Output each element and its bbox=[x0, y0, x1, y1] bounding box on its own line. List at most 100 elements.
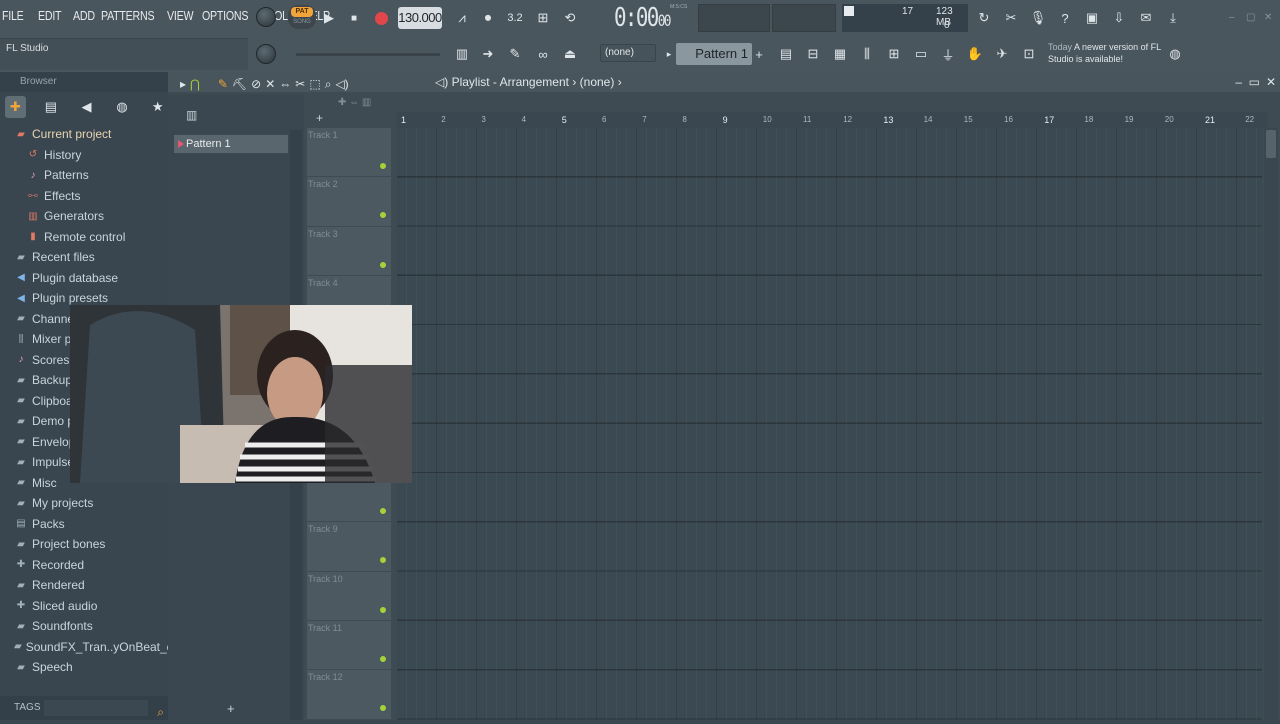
pat-song-toggle[interactable]: PAT SONG bbox=[288, 5, 316, 29]
browser-item-packs[interactable]: ▤ Packs bbox=[0, 514, 168, 535]
browser-item-rendered[interactable]: ▰ Rendered bbox=[0, 575, 168, 596]
timeline-ruler[interactable]: 1 2 3 4 5 6 7 8 9 10 11 12 13 14 15 16 17 18 19 20 21 22 bbox=[397, 112, 1267, 128]
browser-item-recorded[interactable]: ✚ Recorded bbox=[0, 555, 168, 576]
snap-selector[interactable]: (none) bbox=[600, 44, 656, 62]
undo-icon[interactable]: ↻ bbox=[973, 7, 995, 29]
track-header[interactable]: Track 1 bbox=[307, 128, 391, 178]
track-mute-led[interactable] bbox=[380, 261, 386, 268]
browser-item-current-project[interactable]: ▰ Current project bbox=[0, 124, 168, 145]
picker-pattern-item[interactable]: Pattern 1 bbox=[174, 135, 288, 153]
record-button[interactable] bbox=[370, 7, 392, 29]
arrangement-grid[interactable] bbox=[397, 128, 1262, 720]
paint-tool-icon[interactable]: ⛏ bbox=[232, 74, 247, 94]
cpu-monitor[interactable]: 17 123 MB 0 bbox=[842, 4, 968, 32]
loop-record-icon[interactable]: ⟲ bbox=[559, 7, 581, 29]
tab-all-icon[interactable]: ✚ bbox=[5, 96, 26, 118]
browser-item-soundfx-tran-yonbeat-com[interactable]: ▰SoundFX_Tran..yOnBeat_com bbox=[0, 637, 168, 658]
track-header[interactable]: Track 12 bbox=[307, 670, 391, 720]
mixer-icon[interactable]: ⫼ bbox=[856, 43, 878, 65]
scrollbar-thumb[interactable] bbox=[1266, 130, 1276, 158]
track-mute-led[interactable] bbox=[380, 705, 386, 712]
master-volume-knob[interactable] bbox=[256, 7, 276, 27]
browser-item-remote-control[interactable]: ▮ Remote control bbox=[0, 227, 168, 248]
playlist-close-icon[interactable]: ✕ bbox=[1266, 72, 1276, 92]
save-icon[interactable]: ▣ bbox=[1081, 7, 1103, 29]
tab-online-icon[interactable]: ◍ bbox=[112, 96, 133, 118]
browser-item-soundfonts[interactable]: ▰ Soundfonts bbox=[0, 616, 168, 637]
microphone-icon[interactable]: 🎙 bbox=[1027, 7, 1049, 29]
browser-item-history[interactable]: ↺ History bbox=[0, 145, 168, 166]
menu-patterns[interactable]: PATTERNS bbox=[101, 8, 155, 28]
mute-tool-icon[interactable]: ✕ bbox=[265, 74, 275, 94]
stamp-icon[interactable]: ⏏ bbox=[559, 43, 581, 65]
playlist-icon[interactable]: ▤ bbox=[775, 43, 797, 65]
blend-notes-icon[interactable]: ⊞ bbox=[532, 7, 554, 29]
pattern-selector[interactable]: Pattern 1 bbox=[676, 43, 752, 65]
browser-item-plugin-database[interactable]: ◀ Plugin database bbox=[0, 268, 168, 289]
track-mute-led[interactable] bbox=[380, 163, 386, 169]
track-header[interactable]: Track 10 bbox=[307, 572, 391, 621]
pencil-tool-icon[interactable]: ✎ bbox=[218, 74, 228, 94]
shop-icon[interactable]: ⊡ bbox=[1018, 43, 1040, 65]
track-mute-led[interactable] bbox=[380, 656, 386, 662]
close-window-icon[interactable]: ✕ bbox=[1264, 12, 1272, 23]
slice-tool-icon[interactable]: ✂ bbox=[295, 74, 305, 94]
arrow-icon[interactable]: ➜ bbox=[477, 43, 499, 65]
select-tool-icon[interactable]: ⬚ bbox=[309, 74, 320, 94]
browser-icon[interactable]: ▭ bbox=[910, 43, 932, 65]
countdown-icon[interactable]: 3.2 bbox=[504, 7, 526, 29]
search-icon[interactable]: ⌕ bbox=[157, 700, 164, 724]
pencil-icon[interactable]: ✎ bbox=[504, 43, 526, 65]
browser-item-project-bones[interactable]: ▰ Project bones bbox=[0, 534, 168, 555]
menu-file[interactable]: FILE bbox=[2, 8, 26, 28]
channel-rack-icon[interactable]: ⊞ bbox=[883, 43, 905, 65]
zoom-tool-icon[interactable]: ⌕ bbox=[325, 74, 332, 94]
link-icon[interactable]: ∞ bbox=[532, 43, 554, 65]
help-icon[interactable]: ? bbox=[1054, 7, 1076, 29]
tags-input[interactable] bbox=[44, 700, 148, 716]
options-arrow-icon[interactable]: ▸ bbox=[180, 74, 186, 94]
maximize-window-icon[interactable]: ▢ bbox=[1246, 12, 1255, 23]
add-pattern-plus-icon[interactable]: + bbox=[316, 111, 323, 125]
add-pattern-icon[interactable]: + bbox=[752, 43, 766, 65]
add-track-icon[interactable]: + bbox=[227, 701, 235, 716]
playlist-title-bar[interactable]: ▸ ⋂ ✎ ⛏ ⊘ ✕ ⇔ ✂ ⬚ ⌕ ◁) ◁) Playlist - Arr… bbox=[168, 72, 1280, 92]
track-header[interactable]: Track 11 bbox=[307, 621, 391, 671]
download-icon[interactable]: ⤓ bbox=[1162, 7, 1184, 29]
menu-view[interactable]: VIEW bbox=[167, 8, 194, 28]
vertical-scrollbar[interactable] bbox=[1264, 128, 1278, 720]
menu-edit[interactable]: EDIT bbox=[38, 8, 62, 28]
track-header[interactable]: Track 2 bbox=[307, 177, 391, 227]
arrangement-arrow-icon[interactable]: ◁) bbox=[435, 75, 448, 89]
browser-header[interactable]: Browser bbox=[0, 72, 168, 92]
browser-item-my-projects[interactable]: ▰ My projects bbox=[0, 493, 168, 514]
menu-options[interactable]: OPTIONS bbox=[202, 8, 249, 28]
track-header[interactable]: Track 3 bbox=[307, 227, 391, 276]
cut-icon[interactable]: ✂ bbox=[1000, 7, 1022, 29]
wait-for-input-icon[interactable]: ⏺ bbox=[477, 7, 499, 29]
song-mode[interactable]: SONG bbox=[291, 18, 313, 27]
browser-item-sliced-audio[interactable]: ✚ Sliced audio bbox=[0, 596, 168, 617]
plugin-icon[interactable]: ⏚ bbox=[937, 43, 959, 65]
menu-add[interactable]: ADD bbox=[73, 8, 95, 28]
browser-item-effects[interactable]: ⧟ Effects bbox=[0, 186, 168, 207]
tab-favorites-icon[interactable]: ★ bbox=[147, 96, 168, 118]
browser-item-patterns[interactable]: ♪ Patterns bbox=[0, 165, 168, 186]
slip-tool-icon[interactable]: ⇔ bbox=[279, 74, 291, 94]
tab-project-icon[interactable]: ▤ bbox=[41, 96, 62, 118]
piano-roll-icon[interactable]: ▥ bbox=[451, 43, 473, 65]
track-mute-led[interactable] bbox=[380, 557, 386, 564]
delete-tool-icon[interactable]: ⊘ bbox=[251, 74, 261, 94]
master-slider[interactable] bbox=[296, 53, 440, 56]
chat-icon[interactable]: ✉ bbox=[1135, 7, 1157, 29]
tempo-display[interactable]: 130.000 bbox=[398, 7, 442, 29]
browser-item-generators[interactable]: ▥ Generators bbox=[0, 206, 168, 227]
time-display[interactable]: 0:0000 bbox=[614, 3, 672, 33]
render-icon[interactable]: ⇩ bbox=[1108, 7, 1130, 29]
playlist-minimize-icon[interactable]: – bbox=[1235, 72, 1242, 92]
browser-item-speech[interactable]: ▰ Speech bbox=[0, 657, 168, 678]
browser-item-recent-files[interactable]: ▰ Recent files bbox=[0, 247, 168, 268]
touch-keyboard-icon[interactable]: ✋ bbox=[964, 43, 986, 65]
stop-button[interactable]: ■ bbox=[343, 7, 365, 29]
playback-tool-icon[interactable]: ◁) bbox=[335, 74, 348, 94]
